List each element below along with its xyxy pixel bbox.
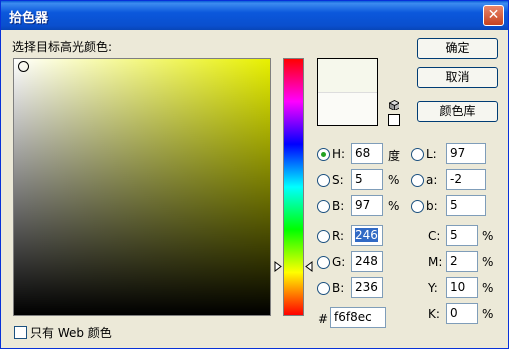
unit-y: % [482, 281, 494, 295]
field-cursor-icon[interactable] [18, 61, 29, 72]
label-c: C: [428, 229, 441, 243]
websafe-only-label: 只有 Web 颜色 [30, 326, 112, 340]
radio-a[interactable] [411, 174, 424, 187]
unit-m: % [482, 255, 494, 269]
label-l: L: [426, 147, 437, 161]
unit-c: % [482, 229, 494, 243]
unit-k: % [482, 307, 494, 321]
label-s: S: [332, 173, 344, 187]
close-button[interactable]: ✕ [483, 5, 504, 26]
label-m: M: [428, 255, 443, 269]
radio-g[interactable] [317, 256, 330, 269]
radio-l[interactable] [411, 148, 424, 161]
input-rgb-b[interactable]: 236 [351, 277, 383, 298]
unit-h: 度 [388, 149, 401, 163]
unit-s: % [388, 173, 400, 187]
current-color-swatch[interactable] [318, 93, 377, 125]
cancel-button[interactable]: 取消 [417, 67, 498, 88]
radio-h[interactable] [317, 148, 330, 161]
label-hex: # [318, 312, 329, 326]
input-c[interactable]: 5 [446, 225, 478, 246]
websafe-cube-icon[interactable] [389, 100, 399, 110]
label-g: G: [332, 255, 346, 269]
color-library-button[interactable]: 颜色库 [417, 101, 498, 122]
window-title: 拾色器 [9, 11, 49, 26]
hue-slider[interactable] [283, 58, 304, 316]
label-k: K: [428, 307, 440, 321]
websafe-only-checkbox[interactable] [14, 326, 27, 339]
unit-b: % [388, 199, 400, 213]
saturation-brightness-field[interactable] [13, 58, 271, 316]
radio-s[interactable] [317, 174, 330, 187]
input-h[interactable]: 68 [351, 143, 383, 164]
websafe-color-box[interactable] [388, 114, 400, 126]
slider-right-arrow-icon[interactable] [305, 261, 313, 272]
radio-lab-b[interactable] [411, 200, 424, 213]
label-h: H: [332, 147, 346, 161]
label-rgb-b: B: [332, 281, 345, 295]
label-a: a: [426, 173, 438, 187]
label-lab-b: b: [426, 199, 438, 213]
ok-button[interactable]: 确定 [417, 38, 498, 59]
input-hex[interactable]: f6f8ec [330, 307, 386, 328]
input-r-value: 246 [355, 228, 378, 242]
label-r: R: [332, 229, 345, 243]
input-b[interactable]: 97 [351, 195, 383, 216]
input-a[interactable]: -2 [446, 169, 486, 190]
input-r[interactable]: 246 [351, 225, 383, 246]
input-s[interactable]: 5 [351, 169, 383, 190]
radio-rgb-b[interactable] [317, 282, 330, 295]
input-g[interactable]: 248 [351, 251, 383, 272]
radio-r[interactable] [317, 230, 330, 243]
input-k[interactable]: 0 [446, 303, 478, 324]
input-lab-b[interactable]: 5 [446, 195, 486, 216]
color-swatch [317, 58, 378, 126]
radio-b[interactable] [317, 200, 330, 213]
label-y: Y: [428, 281, 438, 295]
picker-label: 选择目标高光颜色: [12, 40, 113, 54]
slider-left-arrow-icon[interactable] [274, 261, 282, 272]
input-y[interactable]: 10 [446, 277, 478, 298]
new-color-swatch [318, 59, 377, 93]
input-l[interactable]: 97 [446, 143, 486, 164]
input-m[interactable]: 2 [446, 251, 478, 272]
title-bar[interactable]: 拾色器 ✕ [1, 1, 508, 30]
label-b: B: [332, 199, 345, 213]
